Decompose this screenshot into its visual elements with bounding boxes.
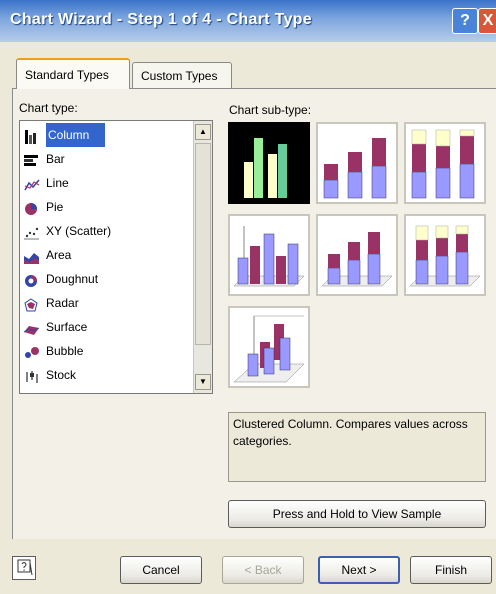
subtype-3d-clustered-column[interactable] — [228, 214, 310, 296]
chart-subtype-grid — [228, 122, 494, 394]
list-item-pie[interactable]: Pie — [24, 195, 192, 219]
close-button[interactable]: X — [478, 8, 496, 34]
3d-column-thumbnail-icon — [233, 315, 305, 383]
pie-chart-icon — [24, 200, 40, 215]
stacked-column-thumbnail-icon — [323, 138, 387, 199]
clustered-column-thumbnail-icon — [244, 138, 287, 198]
list-item-bar[interactable]: Bar — [24, 147, 192, 171]
chart-subtype-label: Chart sub-type: — [229, 103, 312, 117]
list-item-column[interactable]: Column — [24, 123, 192, 147]
stock-chart-icon — [24, 368, 40, 383]
scroll-up-button[interactable]: ▲ — [195, 124, 211, 140]
list-item-radar[interactable]: Radar — [24, 291, 192, 315]
percent-stacked-column-thumbnail-icon — [411, 129, 475, 199]
radar-chart-icon — [24, 296, 40, 312]
list-item-stock[interactable]: Stock — [24, 363, 192, 387]
subtype-clustered-column[interactable] — [228, 122, 310, 204]
tab-standard-types[interactable]: Standard Types — [16, 58, 130, 89]
list-item-scatter[interactable]: XY (Scatter) — [24, 219, 192, 243]
help-icon-button[interactable] — [12, 556, 36, 580]
list-item-bubble[interactable]: Bubble — [24, 339, 192, 363]
subtype-100-stacked-column[interactable] — [404, 122, 486, 204]
doughnut-chart-icon — [24, 272, 40, 287]
chart-type-list[interactable]: Column Bar Line Pie XY (Scatter) Area Do… — [19, 120, 213, 394]
area-chart-icon — [24, 248, 40, 264]
3d-stacked-column-thumbnail-icon — [321, 232, 393, 287]
bubble-chart-icon — [24, 344, 40, 358]
3d-percent-stacked-column-thumbnail-icon — [409, 225, 481, 287]
back-button[interactable]: < Back — [222, 556, 304, 584]
title-bar: Chart Wizard - Step 1 of 4 - Chart Type … — [0, 0, 496, 42]
help-button[interactable]: ? — [452, 8, 478, 34]
surface-chart-icon — [23, 320, 40, 335]
list-item-line[interactable]: Line — [24, 171, 192, 195]
subtype-stacked-column[interactable] — [316, 122, 398, 204]
finish-button[interactable]: Finish — [410, 556, 492, 584]
scroll-down-button[interactable]: ▼ — [195, 374, 211, 390]
subtype-3d-100-stacked-column[interactable] — [404, 214, 486, 296]
office-assistant-icon — [17, 559, 33, 576]
column-chart-icon — [24, 128, 40, 144]
3d-clustered-column-thumbnail-icon — [233, 226, 305, 287]
subtype-3d-column[interactable] — [228, 306, 310, 388]
subtype-description: Clustered Column. Compares values across… — [228, 412, 486, 482]
subtype-3d-stacked-column[interactable] — [316, 214, 398, 296]
next-button[interactable]: Next > — [318, 556, 400, 584]
tab-custom-types[interactable]: Custom Types — [132, 62, 232, 88]
line-chart-icon — [24, 176, 40, 191]
chart-type-label: Chart type: — [19, 101, 78, 115]
window-title: Chart Wizard - Step 1 of 4 - Chart Type — [10, 11, 312, 28]
list-item-doughnut[interactable]: Doughnut — [24, 267, 192, 291]
list-item-area[interactable]: Area — [24, 243, 192, 267]
bar-chart-icon — [24, 152, 40, 166]
scatter-chart-icon — [24, 224, 40, 240]
view-sample-button[interactable]: Press and Hold to View Sample — [228, 500, 486, 528]
cancel-button[interactable]: Cancel — [120, 556, 202, 584]
list-item-surface[interactable]: Surface — [23, 315, 192, 339]
scroll-thumb[interactable] — [195, 143, 211, 345]
chart-type-scrollbar[interactable]: ▲ ▼ — [193, 121, 212, 393]
